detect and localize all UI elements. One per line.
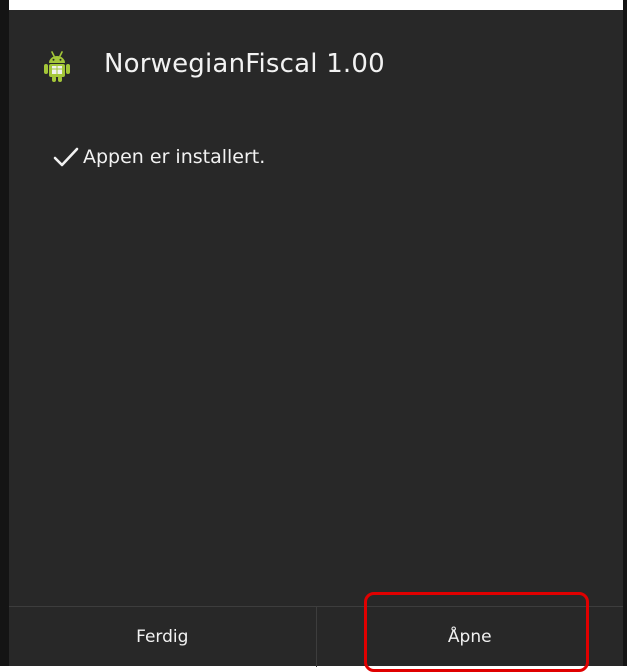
screen-top-edge xyxy=(0,0,627,10)
dialog-button-bar: Ferdig Åpne xyxy=(9,606,623,667)
install-status: Appen er installert. xyxy=(53,142,265,172)
screen: NorwegianFiscal 1.00 Appen er installert… xyxy=(0,0,627,672)
done-button[interactable]: Ferdig xyxy=(9,607,316,667)
open-button[interactable]: Åpne xyxy=(317,607,624,667)
checkmark-icon xyxy=(53,146,79,168)
screen-right-bezel xyxy=(623,0,627,666)
android-robot-icon xyxy=(42,51,72,83)
install-dialog: NorwegianFiscal 1.00 Appen er installert… xyxy=(9,10,623,667)
screen-left-bezel xyxy=(0,0,9,666)
status-message: Appen er installert. xyxy=(83,146,266,168)
dialog-header: NorwegianFiscal 1.00 xyxy=(9,10,623,118)
dialog-title: NorwegianFiscal 1.00 xyxy=(104,49,385,79)
